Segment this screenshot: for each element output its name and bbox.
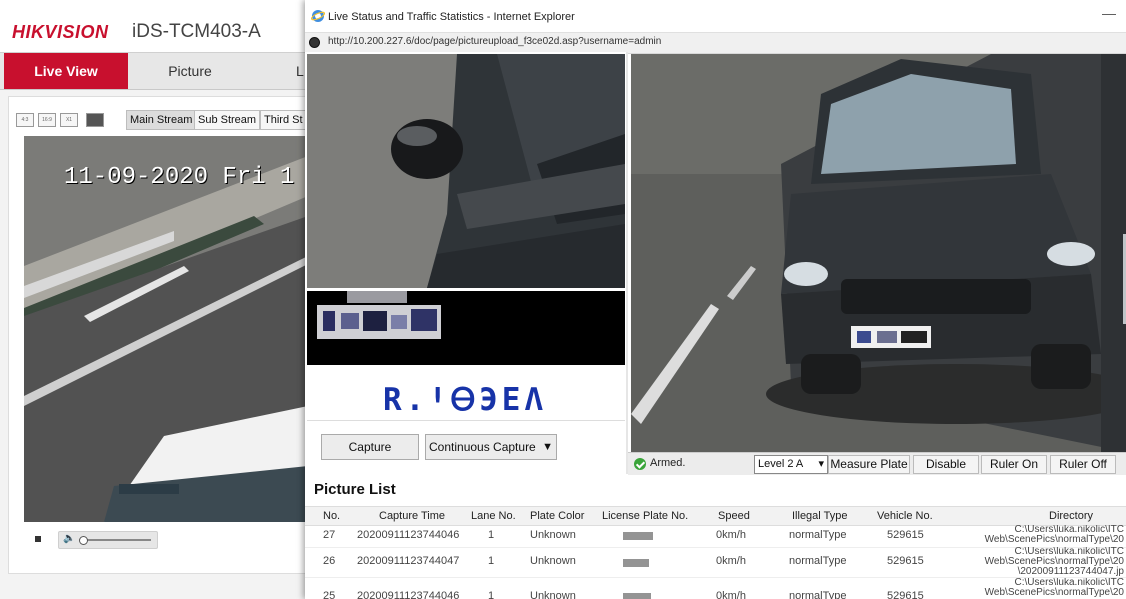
- picture-list-header: No. Capture Time Lane No. Plate Color Li…: [305, 506, 1126, 526]
- cell-illegal-type: normalType: [789, 555, 847, 567]
- armed-status: Armed.: [650, 457, 686, 469]
- col-capture-time: Capture Time: [379, 510, 446, 522]
- table-row[interactable]: 26 20200911123744047 1 Unknown 0km/h nor…: [305, 547, 1126, 578]
- continuous-capture-label: Continuous Capture: [429, 440, 536, 454]
- fullscreen-icon[interactable]: [86, 113, 104, 127]
- cell-lane: 1: [488, 590, 495, 599]
- chevron-down-icon: ▾: [818, 458, 824, 470]
- main-stream-button[interactable]: Main Stream: [126, 110, 197, 130]
- osd-timestamp: 11-09-2020 Fri 1: [64, 164, 295, 191]
- col-directory: Directory: [1049, 510, 1094, 522]
- cell-vehicle-no: 529615: [887, 529, 924, 541]
- aspect-16-9-button[interactable]: 16:9: [38, 113, 56, 127]
- plate-snapshot-image: [307, 291, 625, 365]
- volume-track: [81, 539, 151, 541]
- cell-lane: 1: [488, 555, 495, 567]
- ruler-on-button[interactable]: Ruler On: [981, 455, 1047, 474]
- col-vehicle-no: Vehicle No.: [877, 510, 933, 522]
- address-bar[interactable]: http://10.200.227.6/doc/page/pictureuplo…: [305, 32, 1126, 54]
- cell-no: 26: [323, 555, 336, 567]
- recognized-plate-text: R.ꞋᎾЭΕΛ: [383, 382, 548, 418]
- cell-capture-time: 20200911123744047: [357, 555, 460, 567]
- col-license-plate: License Plate No.: [602, 510, 689, 522]
- device-model-title: iDS-TCM403-A: [132, 21, 261, 42]
- volume-knob[interactable]: [79, 536, 88, 545]
- main-capture-image: [631, 54, 1126, 452]
- cell-plate-blurred: [623, 592, 651, 599]
- cell-capture-time: 20200911123744046: [357, 529, 460, 541]
- armed-check-icon: [634, 458, 646, 470]
- url-text[interactable]: http://10.200.227.6/doc/page/pictureuplo…: [328, 36, 661, 47]
- playback-bar: 🔈: [24, 528, 308, 550]
- cell-illegal-type: normalType: [789, 529, 847, 541]
- col-lane-no: Lane No.: [471, 510, 516, 522]
- cell-plate-blurred: [623, 558, 649, 570]
- table-row[interactable]: 25 20200911123744046 1 Unknown 0km/h nor…: [305, 578, 1126, 599]
- dir-line: Web\ScenePics\normalType\20: [984, 587, 1124, 598]
- ie-popup-window: Live Status and Traffic Statistics - Int…: [305, 0, 1126, 599]
- cell-plate-blurred: [623, 531, 653, 543]
- stop-icon[interactable]: [32, 533, 44, 545]
- sub-stream-button[interactable]: Sub Stream: [194, 110, 261, 130]
- measure-plate-button[interactable]: Measure Plate: [828, 455, 910, 474]
- cell-plate-color: Unknown: [530, 555, 576, 567]
- dropdown-arrow-icon: ▼: [542, 441, 553, 453]
- vehicle-crop-image: [307, 54, 625, 288]
- recognized-plate-box: R.ꞋᎾЭΕΛ: [307, 366, 625, 421]
- vehicle-crop-svg: [307, 54, 625, 288]
- live-view-toolbar: 4:3 16:9 X1 Main Stream Sub Stream Third…: [16, 110, 311, 130]
- capture-button[interactable]: Capture: [321, 434, 419, 460]
- control-bar: Armed. Level 2 A ▾ Measure Plate Disable…: [628, 452, 1126, 475]
- ie-logo-icon: [311, 10, 325, 22]
- road-scene-image: [24, 136, 308, 522]
- cell-lane: 1: [488, 529, 495, 541]
- plate-crop-panel: R.ꞋᎾЭΕΛ Capture Continuous Capture ▼: [305, 52, 628, 474]
- col-illegal-type: Illegal Type: [792, 510, 848, 522]
- cell-directory: C:\Users\luka.nikolic\ITC Web\ScenePics\n…: [955, 578, 1126, 599]
- tab-partial[interactable]: L: [252, 53, 312, 89]
- col-no: No.: [323, 510, 341, 522]
- level-dropdown[interactable]: Level 2 A ▾: [754, 455, 828, 474]
- aspect-4-3-button[interactable]: 4:3: [16, 113, 34, 127]
- tab-live-view[interactable]: Live View: [4, 53, 128, 89]
- ruler-off-button[interactable]: Ruler Off: [1050, 455, 1116, 474]
- disable-button[interactable]: Disable: [913, 455, 979, 474]
- site-icon: [309, 37, 320, 48]
- cell-capture-time: 20200911123744046: [357, 590, 460, 599]
- dir-line: Web\ScenePics\normalType\20: [984, 534, 1124, 545]
- dir-line: \20200911123744047.jp: [1017, 566, 1124, 577]
- col-plate-color: Plate Color: [530, 510, 585, 522]
- cell-vehicle-no: 529615: [887, 590, 924, 599]
- window-title: Live Status and Traffic Statistics - Int…: [328, 11, 575, 23]
- window-titlebar: Live Status and Traffic Statistics - Int…: [305, 0, 1126, 32]
- volume-slider[interactable]: 🔈: [58, 531, 158, 549]
- cell-no: 25: [323, 590, 336, 599]
- picture-list-title: Picture List: [314, 481, 396, 498]
- cell-speed: 0km/h: [716, 555, 746, 567]
- tab-picture[interactable]: Picture: [128, 53, 252, 89]
- live-video-feed[interactable]: 11-09-2020 Fri 1: [24, 136, 308, 522]
- picture-list-panel: Picture List No. Capture Time Lane No. P…: [305, 476, 1126, 599]
- table-row[interactable]: 27 20200911123744046 1 Unknown 0km/h nor…: [305, 525, 1126, 548]
- third-stream-button[interactable]: Third St: [260, 110, 311, 130]
- continuous-capture-dropdown[interactable]: Continuous Capture ▼: [425, 434, 557, 460]
- cell-speed: 0km/h: [716, 590, 746, 599]
- speaker-icon: 🔈: [63, 533, 76, 544]
- cell-plate-color: Unknown: [530, 590, 576, 599]
- plate-pixelated-svg: [307, 291, 625, 365]
- col-speed: Speed: [718, 510, 750, 522]
- cell-plate-color: Unknown: [530, 529, 576, 541]
- cell-directory: C:\Users\luka.nikolic\ITC Web\ScenePics\n…: [955, 547, 1126, 577]
- brand-logo: HIKVISION: [12, 22, 109, 42]
- cell-speed: 0km/h: [716, 529, 746, 541]
- cell-vehicle-no: 529615: [887, 555, 924, 567]
- car-scene-svg: [631, 54, 1126, 452]
- level-selected: Level 2 A: [758, 458, 804, 470]
- cell-no: 27: [323, 529, 336, 541]
- aspect-original-button[interactable]: X1: [60, 113, 78, 127]
- minimize-button[interactable]: —: [1102, 6, 1116, 20]
- cell-directory: C:\Users\luka.nikolic\ITC Web\ScenePics\n…: [955, 525, 1126, 547]
- cell-illegal-type: normalType: [789, 590, 847, 599]
